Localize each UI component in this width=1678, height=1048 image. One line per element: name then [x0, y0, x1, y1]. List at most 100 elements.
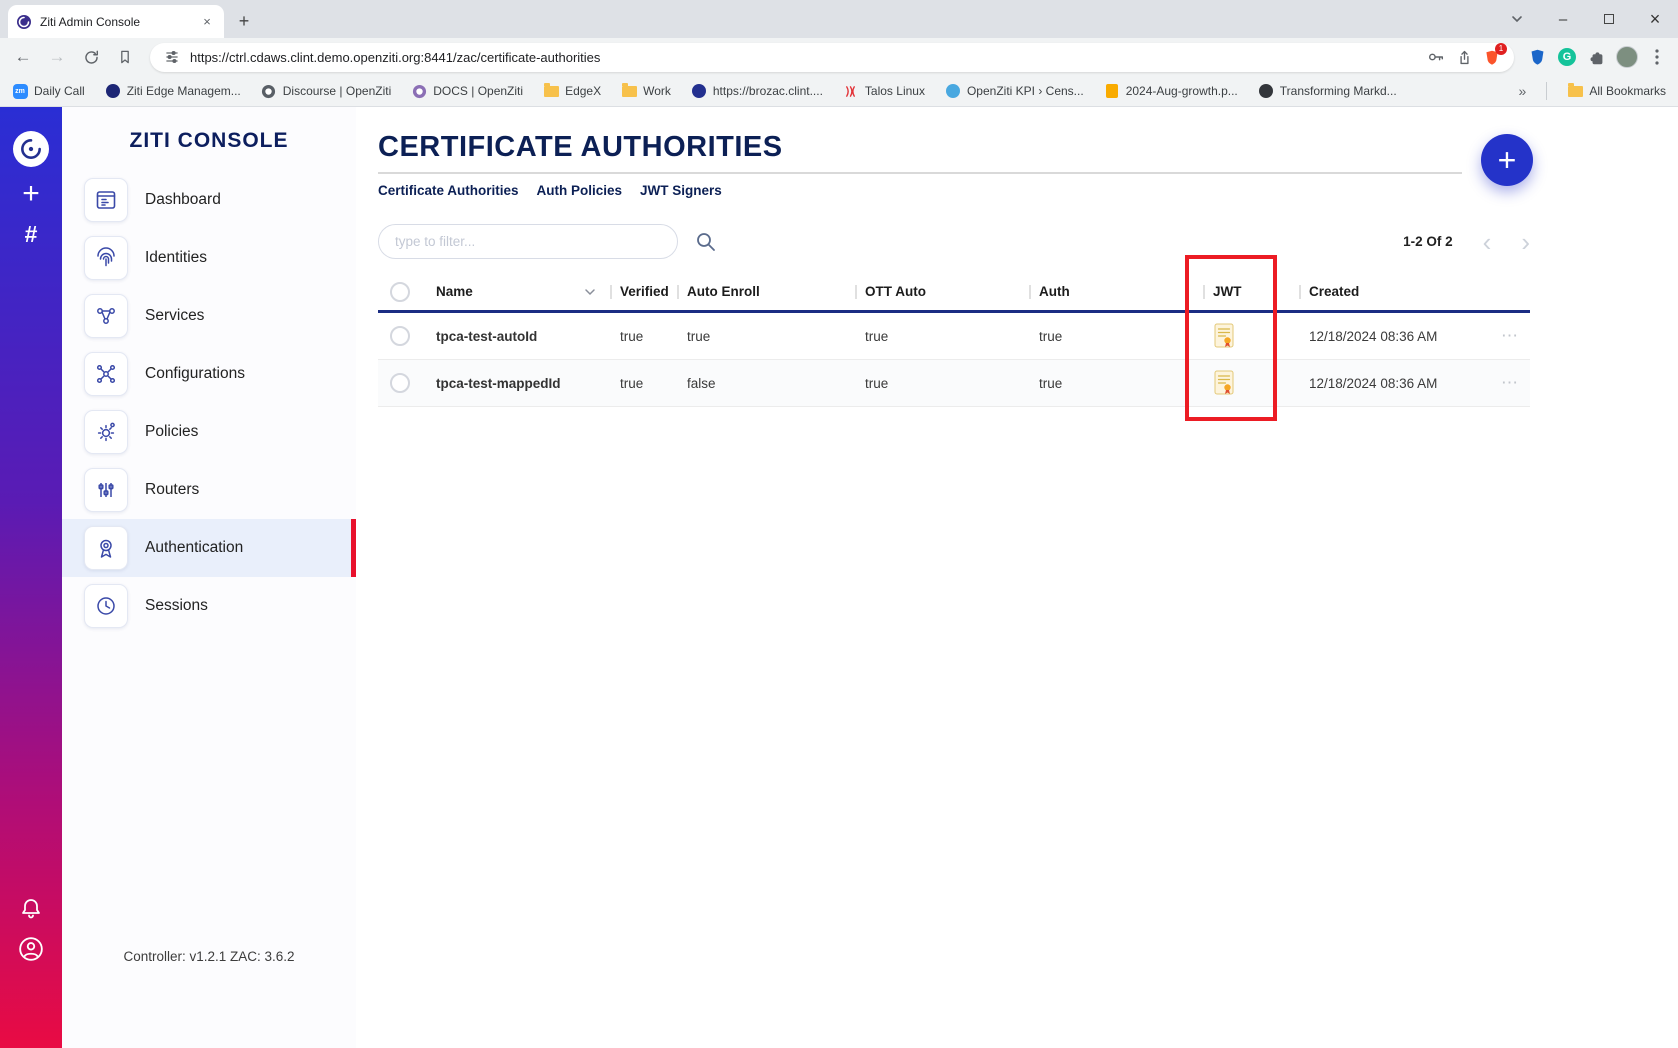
extensions-puzzle-icon[interactable] — [1584, 44, 1610, 70]
sidebar-item-configurations[interactable]: Configurations — [62, 345, 356, 403]
ca-auto-enroll: false — [677, 376, 855, 391]
bookmark-discourse[interactable]: Discourse | OpenZiti — [261, 83, 392, 99]
grammarly-extension-icon[interactable]: G — [1554, 44, 1580, 70]
password-key-icon[interactable] — [1426, 47, 1446, 67]
sidebar-item-routers[interactable]: Routers — [62, 461, 356, 519]
all-bookmarks-button[interactable]: All Bookmarks — [1567, 83, 1666, 99]
sidebar-item-label: Routers — [145, 481, 199, 499]
dark-circle-icon — [1258, 83, 1274, 99]
table-row[interactable]: tpca-test-autoId true true true true 12/… — [378, 313, 1530, 360]
folder-icon — [621, 83, 637, 99]
column-header-created[interactable]: Created — [1299, 284, 1490, 299]
sidebar-item-policies[interactable]: Policies — [62, 403, 356, 461]
jwt-certificate-icon[interactable] — [1203, 370, 1299, 396]
row-checkbox[interactable] — [390, 326, 410, 346]
window-minimize-button[interactable]: – — [1540, 0, 1586, 38]
reload-button[interactable] — [76, 42, 106, 72]
window-close-button[interactable]: × — [1632, 0, 1678, 38]
bookmark-docs-openziti[interactable]: DOCS | OpenZiti — [411, 83, 523, 99]
page-next-icon[interactable]: › — [1521, 229, 1530, 255]
back-button[interactable]: ← — [8, 42, 38, 72]
bookmark-daily-call[interactable]: zm Daily Call — [12, 83, 85, 99]
address-bar[interactable]: https://ctrl.cdaws.clint.demo.openziti.o… — [150, 43, 1514, 72]
table-row[interactable]: tpca-test-mappedId true false true true … — [378, 360, 1530, 407]
ca-auth: true — [1029, 329, 1203, 344]
bookmark-openziti-kpi[interactable]: OpenZiti KPI › Cens... — [945, 83, 1084, 99]
column-header-name[interactable]: Name — [422, 284, 610, 299]
account-person-icon[interactable] — [18, 936, 44, 962]
ca-ott-auto: true — [855, 329, 1029, 344]
bookmarks-overflow-chevrons[interactable]: » — [1519, 83, 1527, 99]
browser-menu-icon[interactable] — [1644, 44, 1670, 70]
sidebar-item-identities[interactable]: Identities — [62, 229, 356, 287]
bookmark-folder-work[interactable]: Work — [621, 83, 671, 99]
tab-jwt-signers[interactable]: JWT Signers — [640, 183, 722, 198]
rail-add-button[interactable]: + — [22, 177, 40, 211]
row-actions-menu-icon[interactable]: ⋯ — [1490, 373, 1530, 393]
url-text[interactable]: https://ctrl.cdaws.clint.demo.openziti.o… — [190, 50, 1418, 65]
sidebar-item-authentication[interactable]: Authentication — [62, 519, 356, 577]
jwt-certificate-icon[interactable] — [1203, 323, 1299, 349]
search-icon[interactable] — [694, 230, 718, 254]
mesh-nodes-icon — [84, 352, 128, 396]
ca-ott-auto: true — [855, 376, 1029, 391]
ca-table: Name Verified Auto Enroll OTT Auto Auth … — [378, 273, 1530, 407]
tab-auth-policies[interactable]: Auth Policies — [537, 183, 623, 198]
window-maximize-button[interactable] — [1586, 0, 1632, 38]
ca-auto-enroll: true — [677, 329, 855, 344]
ziti-logo-icon[interactable] — [13, 131, 49, 167]
column-header-jwt[interactable]: JWT — [1203, 284, 1299, 299]
profile-avatar[interactable] — [1614, 44, 1640, 70]
tab-close-icon[interactable]: × — [198, 13, 216, 31]
brave-shield-icon[interactable]: 1 — [1482, 47, 1502, 67]
bookmark-transforming-markd[interactable]: Transforming Markd... — [1258, 83, 1397, 99]
table-header-row: Name Verified Auto Enroll OTT Auto Auth … — [378, 273, 1530, 313]
sidebar-item-sessions[interactable]: Sessions — [62, 577, 356, 635]
column-header-auto-enroll[interactable]: Auto Enroll — [677, 284, 855, 299]
sidebar-item-label: Identities — [145, 249, 207, 267]
sidebar-item-dashboard[interactable]: Dashboard — [62, 171, 356, 229]
column-header-auth[interactable]: Auth — [1029, 284, 1203, 299]
add-certificate-authority-button[interactable]: + — [1481, 134, 1533, 186]
left-rail: + # — [0, 107, 62, 1048]
blue-shield-extension-icon[interactable] — [1524, 44, 1550, 70]
filter-input[interactable] — [378, 224, 678, 259]
bookmarks-separator — [1546, 82, 1547, 100]
main-content: CERTIFICATE AUTHORITIES Certificate Auth… — [356, 107, 1678, 1048]
new-tab-button[interactable]: + — [230, 7, 258, 35]
dashboard-icon — [84, 178, 128, 222]
site-settings-icon[interactable] — [162, 47, 182, 67]
column-header-ott-auto[interactable]: OTT Auto — [855, 284, 1029, 299]
bookmark-ziti-edge[interactable]: Ziti Edge Managem... — [105, 83, 241, 99]
sort-chevron-icon[interactable] — [584, 286, 596, 298]
column-header-verified[interactable]: Verified — [610, 284, 677, 299]
bookmark-talos-linux[interactable]: Talos Linux — [843, 83, 925, 99]
page-previous-icon[interactable]: ‹ — [1483, 229, 1492, 255]
bookmark-flag-icon[interactable] — [110, 42, 140, 72]
ca-verified: true — [610, 376, 677, 391]
clock-icon — [84, 584, 128, 628]
ca-name[interactable]: tpca-test-mappedId — [422, 376, 610, 391]
bookmark-brozac[interactable]: https://brozac.clint.... — [691, 83, 823, 99]
pagination-range: 1-2 Of 2 — [1403, 234, 1453, 249]
ziti-circle-icon — [691, 83, 707, 99]
notifications-bell-icon[interactable] — [19, 896, 43, 920]
bookmark-folder-edgex[interactable]: EdgeX — [543, 83, 601, 99]
version-footer: Controller: v1.2.1 ZAC: 3.6.2 — [62, 949, 356, 1048]
row-checkbox[interactable] — [390, 373, 410, 393]
circuit-icon — [84, 468, 128, 512]
select-all-checkbox[interactable] — [390, 282, 410, 302]
forward-button[interactable]: → — [42, 42, 72, 72]
doc-icon — [1104, 83, 1120, 99]
bookmark-2024-aug-growth[interactable]: 2024-Aug-growth.p... — [1104, 83, 1238, 99]
row-actions-menu-icon[interactable]: ⋯ — [1490, 326, 1530, 346]
tab-search-chevron-icon[interactable] — [1500, 2, 1534, 36]
ca-name[interactable]: tpca-test-autoId — [422, 329, 610, 344]
sidebar-item-label: Authentication — [145, 539, 243, 557]
tab-certificate-authorities[interactable]: Certificate Authorities — [378, 183, 519, 198]
rail-hash-button[interactable]: # — [25, 221, 38, 248]
ziti-console-app: + # ZITI CONSOLE Dashboard — [0, 107, 1678, 1048]
share-icon[interactable] — [1454, 47, 1474, 67]
browser-tab[interactable]: Ziti Admin Console × — [8, 5, 224, 38]
sidebar-item-services[interactable]: Services — [62, 287, 356, 345]
